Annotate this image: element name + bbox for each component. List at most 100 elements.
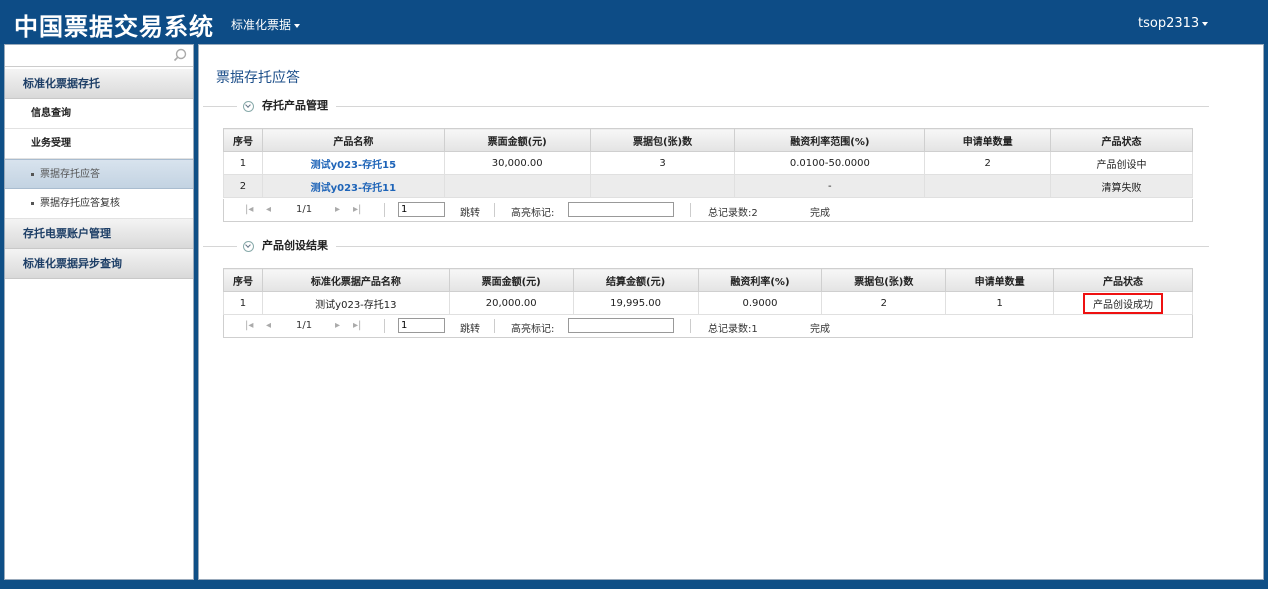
highlight-input[interactable] (568, 318, 674, 333)
first-page-icon[interactable]: |◂ (245, 204, 253, 215)
section-header: 产品创设结果 (237, 238, 336, 254)
cell: 1 (945, 291, 1055, 315)
highlight-label: 高亮标记: (511, 208, 555, 219)
jump-button[interactable]: 跳转 (460, 320, 480, 335)
cell (443, 174, 591, 198)
table-header-row: 序号 产品名称 票面金额(元) 票据包(张)数 融资利率范围(%) 申请单数量 … (223, 128, 1193, 152)
total-records: 总记录数:2 (708, 208, 758, 219)
pager: |◂ ◂ 1/1 ▸ ▸| 跳转 高亮标记: 总记录数:1 完成 (223, 315, 1193, 338)
divider (690, 319, 691, 333)
pager-status: 完成 (810, 324, 830, 335)
cell: 测试y023-存托13 (261, 291, 450, 315)
sidebar-item-info-query[interactable]: 信息查询 (5, 99, 193, 129)
sidebar-group-account-mgmt[interactable]: 存托电票账户管理 (5, 219, 193, 249)
page-indicator: 1/1 (296, 204, 313, 215)
section-title: 产品创设结果 (262, 239, 328, 252)
cell: 2 (223, 174, 263, 198)
table-row[interactable]: 1 测试y023-存托15 30,000.00 3 0.0100-50.0000… (223, 151, 1193, 175)
next-page-icon[interactable]: ▸ (335, 204, 340, 215)
page-number-input[interactable] (398, 202, 445, 217)
col-header[interactable]: 票面金额(元) (448, 268, 574, 292)
pager: |◂ ◂ 1/1 ▸ ▸| 跳转 高亮标记: 总记录数:2 完成 (223, 199, 1193, 222)
cell: 0.0100-50.0000 (734, 151, 926, 175)
page-number-input[interactable] (398, 318, 445, 333)
cell (589, 174, 736, 198)
pager-status: 完成 (810, 208, 830, 219)
table-row[interactable]: 1 测试y023-存托13 20,000.00 19,995.00 0.9000… (223, 291, 1193, 315)
top-bar: 中国票据交易系统 标准化票据 tsop2313 (0, 0, 1268, 44)
sidebar-item-custody-response[interactable]: 票据存托应答 (5, 159, 193, 189)
bullet-icon (31, 172, 34, 176)
table-row[interactable]: 2 测试y023-存托11 - 清算失败 (223, 174, 1193, 198)
cell: 产品创设中 (1050, 151, 1193, 175)
cell: 1 (223, 151, 263, 175)
collapse-icon[interactable] (243, 240, 254, 252)
user-menu[interactable]: tsop2313 (1138, 16, 1209, 31)
sidebar-group-bill-custody[interactable]: 标准化票据存托 (5, 69, 193, 99)
last-page-icon[interactable]: ▸| (353, 320, 361, 331)
highlight-input[interactable] (568, 202, 674, 217)
cell: 2 (821, 291, 947, 315)
collapse-icon[interactable] (243, 100, 254, 112)
col-header[interactable]: 融资利率(%) (697, 268, 823, 292)
divider (203, 106, 1209, 107)
search-input[interactable] (5, 45, 193, 66)
total-records: 总记录数:1 (708, 324, 758, 335)
cell: - (734, 174, 926, 198)
col-header[interactable]: 产品状态 (1053, 268, 1193, 292)
divider (690, 203, 691, 217)
section-product-result: 产品创设结果 (203, 238, 1209, 254)
col-header[interactable]: 申请单数量 (924, 128, 1052, 152)
standard-bill-menu[interactable]: 标准化票据 (231, 16, 301, 33)
col-header[interactable]: 产品名称 (261, 128, 445, 152)
col-header[interactable]: 序号 (223, 128, 263, 152)
bullet-icon (31, 201, 34, 205)
user-label: tsop2313 (1138, 16, 1200, 31)
main-panel: 票据存托应答 存托产品管理 序号 产品名称 票面金额(元) 票据包(张)数 融资… (198, 44, 1264, 580)
divider (384, 319, 385, 333)
last-page-icon[interactable]: ▸| (353, 204, 361, 215)
caret-down-icon (294, 23, 301, 28)
col-header[interactable]: 票据包(张)数 (589, 128, 736, 152)
cell: 产品创设成功 (1053, 291, 1193, 315)
prev-page-icon[interactable]: ◂ (266, 320, 271, 331)
col-header[interactable]: 融资利率范围(%) (734, 128, 926, 152)
product-name-link[interactable]: 测试y023-存托15 (311, 160, 396, 171)
caret-down-icon (1202, 21, 1209, 26)
cell: 30,000.00 (443, 151, 591, 175)
cell: 1 (223, 291, 263, 315)
sidebar-group-async-query[interactable]: 标准化票据异步查询 (5, 249, 193, 279)
next-page-icon[interactable]: ▸ (335, 320, 340, 331)
product-mgmt-table: 序号 产品名称 票面金额(元) 票据包(张)数 融资利率范围(%) 申请单数量 … (223, 128, 1193, 198)
cell: 19,995.00 (572, 291, 699, 315)
sidebar-item-label: 票据存托应答 (40, 169, 100, 180)
jump-button[interactable]: 跳转 (460, 204, 480, 219)
col-header[interactable]: 标准化票据产品名称 (261, 268, 450, 292)
col-header[interactable]: 票据包(张)数 (821, 268, 947, 292)
page-title: 票据存托应答 (216, 70, 300, 86)
cell (924, 174, 1052, 198)
menu-label: 标准化票据 (231, 18, 292, 32)
sidebar-item-custody-response-review[interactable]: 票据存托应答复核 (5, 189, 193, 219)
table-header-row: 序号 标准化票据产品名称 票面金额(元) 结算金额(元) 融资利率(%) 票据包… (223, 268, 1193, 292)
sidebar-search (5, 45, 193, 67)
search-icon[interactable] (173, 48, 187, 62)
cell: 3 (589, 151, 736, 175)
col-header[interactable]: 申请单数量 (945, 268, 1055, 292)
col-header[interactable]: 结算金额(元) (572, 268, 699, 292)
col-header[interactable]: 票面金额(元) (443, 128, 591, 152)
first-page-icon[interactable]: |◂ (245, 320, 253, 331)
divider (384, 203, 385, 217)
sidebar-item-business-accept[interactable]: 业务受理 (5, 129, 193, 159)
product-name-link[interactable]: 测试y023-存托11 (311, 183, 396, 194)
section-title: 存托产品管理 (262, 99, 328, 112)
prev-page-icon[interactable]: ◂ (266, 204, 271, 215)
cell: 测试y023-存托15 (261, 151, 445, 175)
sidebar-item-label: 票据存托应答复核 (40, 198, 120, 209)
product-result-table: 序号 标准化票据产品名称 票面金额(元) 结算金额(元) 融资利率(%) 票据包… (223, 268, 1193, 315)
cell: 测试y023-存托11 (261, 174, 445, 198)
status-badge: 产品创设成功 (1083, 292, 1164, 314)
sidebar: 标准化票据存托 信息查询 业务受理 票据存托应答 票据存托应答复核 存托电票账户… (4, 44, 194, 580)
col-header[interactable]: 产品状态 (1050, 128, 1193, 152)
col-header[interactable]: 序号 (223, 268, 263, 292)
